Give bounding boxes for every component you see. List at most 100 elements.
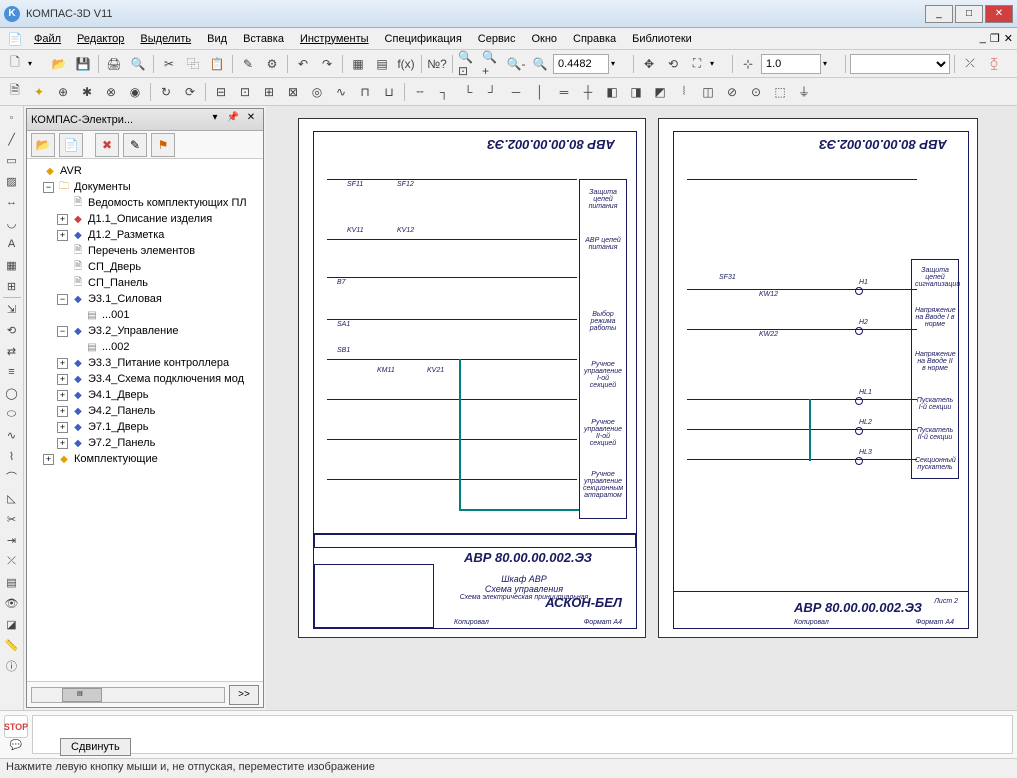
tree-item[interactable]: +◆Э7.1_Дверь xyxy=(29,419,261,435)
step-dropdown[interactable]: ▾ xyxy=(823,59,841,68)
new-dropdown[interactable]: ▾ xyxy=(28,59,46,68)
tree-item[interactable]: 🗎Ведомость комплектующих ПЛ xyxy=(29,195,261,211)
panel-go-button[interactable]: >> xyxy=(229,685,259,705)
break-button[interactable]: ⤫ xyxy=(959,53,981,75)
bus-icon[interactable]: ═ xyxy=(553,81,575,103)
minimize-button[interactable]: _ xyxy=(925,5,953,23)
intersect-icon[interactable]: ✱ xyxy=(76,81,98,103)
panel-scrollbar[interactable]: III xyxy=(31,687,225,703)
terminal-b-icon[interactable]: ◨ xyxy=(625,81,647,103)
junction-icon[interactable]: ┼ xyxy=(577,81,599,103)
expand-icon[interactable]: + xyxy=(57,374,68,385)
tree-item[interactable]: +◆Э7.2_Панель xyxy=(29,435,261,451)
expand-icon[interactable]: + xyxy=(57,406,68,417)
vtool-spline-icon[interactable]: ∿ xyxy=(2,425,22,445)
doc-button[interactable]: 🗎 xyxy=(4,81,26,103)
vtool-fillet-icon[interactable]: ⌒ xyxy=(2,467,22,487)
vtool-hatch-icon[interactable]: ▨ xyxy=(2,171,22,191)
collapse-icon[interactable]: − xyxy=(43,182,54,193)
menu-insert[interactable]: Вставка xyxy=(235,31,292,47)
ground-icon[interactable]: ⏚ xyxy=(793,81,815,103)
component-g-icon[interactable]: ⊓ xyxy=(354,81,376,103)
menu-edit[interactable]: Редактор xyxy=(69,31,132,47)
mdi-minimize-button[interactable]: _ xyxy=(980,32,986,45)
magnet-icon[interactable]: ⧲ xyxy=(983,53,1005,75)
vtool-break-icon[interactable]: ⤫ xyxy=(2,551,22,571)
vtool-dim-icon[interactable]: ↔ xyxy=(2,192,22,212)
panel-dropdown-button[interactable]: ▾ xyxy=(207,112,223,128)
component-b-icon[interactable]: ⊡ xyxy=(234,81,256,103)
snap-button[interactable]: ⊹ xyxy=(737,53,759,75)
app-menu-icon[interactable]: 📄 xyxy=(4,28,26,50)
collapse-icon[interactable]: − xyxy=(57,326,68,337)
wire-f-icon[interactable]: │ xyxy=(529,81,551,103)
tree-item[interactable]: 🗎СП_Дверь xyxy=(29,259,261,275)
mdi-close-button[interactable]: ✕ xyxy=(1004,32,1013,45)
vtool-table-icon[interactable]: ▦ xyxy=(2,255,22,275)
vtool-extend-icon[interactable]: ⇥ xyxy=(2,530,22,550)
shield-icon[interactable]: ⬚ xyxy=(769,81,791,103)
zoom-window-button[interactable]: 🔍⊡ xyxy=(457,53,479,75)
vtool-view-icon[interactable]: 👁 xyxy=(2,593,22,613)
connector-icon[interactable]: ◫ xyxy=(697,81,719,103)
tree-item-active[interactable]: −◆Э3.2_Управление xyxy=(29,323,261,339)
undo-button[interactable]: ↶ xyxy=(292,53,314,75)
vtool-text-icon[interactable]: A xyxy=(2,234,22,254)
vtool-chamfer-icon[interactable]: ◺ xyxy=(2,488,22,508)
menu-tools[interactable]: Инструменты xyxy=(292,31,377,47)
vtool-point-icon[interactable]: ◦ xyxy=(2,108,22,128)
panel-delete-icon[interactable]: ✖ xyxy=(95,133,119,157)
library-button[interactable]: ▤ xyxy=(371,53,393,75)
vtool-layer-icon[interactable]: ▤ xyxy=(2,572,22,592)
tree-item[interactable]: −◆Э3.1_Силовая xyxy=(29,291,261,307)
component-d-icon[interactable]: ⊠ xyxy=(282,81,304,103)
stop-button[interactable]: STOP xyxy=(4,715,28,738)
crosshair-icon[interactable]: ⊕ xyxy=(52,81,74,103)
command-input-area[interactable] xyxy=(32,715,1013,754)
copy-button[interactable]: ⿻ xyxy=(182,53,204,75)
menu-select[interactable]: Выделить xyxy=(132,31,199,47)
cable-icon[interactable]: ⦚ xyxy=(673,81,695,103)
pan-button[interactable]: ✥ xyxy=(638,53,660,75)
tree-item[interactable]: ▤...002 xyxy=(29,339,261,355)
step-input[interactable] xyxy=(761,54,821,74)
menu-view[interactable]: Вид xyxy=(199,31,235,47)
open-button[interactable]: 📂 xyxy=(48,53,70,75)
vtool-rotate-icon[interactable]: ⟲ xyxy=(2,320,22,340)
zoom-in-button[interactable]: 🔍+ xyxy=(481,53,503,75)
cut-button[interactable]: ✂ xyxy=(158,53,180,75)
collapse-icon[interactable]: − xyxy=(57,294,68,305)
panel-flag-icon[interactable]: ⚑ xyxy=(151,133,175,157)
tree-item[interactable]: ▤...001 xyxy=(29,307,261,323)
center-icon[interactable]: ◉ xyxy=(124,81,146,103)
properties-button[interactable]: ⚙ xyxy=(261,53,283,75)
menu-file[interactable]: Файл xyxy=(26,31,69,47)
expand-icon[interactable]: + xyxy=(43,454,54,465)
project-tree[interactable]: ◆AVR −🗀Документы 🗎Ведомость комплектующи… xyxy=(27,159,263,681)
socket-icon[interactable]: ⊘ xyxy=(721,81,743,103)
help-button[interactable]: №? xyxy=(426,53,448,75)
plug-icon[interactable]: ⊙ xyxy=(745,81,767,103)
wire-b-icon[interactable]: ┐ xyxy=(433,81,455,103)
tree-item[interactable]: +◆Э4.1_Дверь xyxy=(29,387,261,403)
vtool-grid-icon[interactable]: ⊞ xyxy=(2,276,22,296)
mdi-restore-button[interactable]: ❐ xyxy=(990,32,1000,45)
vtool-offset-icon[interactable]: ≡ xyxy=(2,362,22,382)
vtool-mirror-icon[interactable]: ⇄ xyxy=(2,341,22,361)
zoom-input[interactable] xyxy=(553,54,609,74)
paste-button[interactable]: 📋 xyxy=(206,53,228,75)
print-button[interactable]: 🖨 xyxy=(103,53,125,75)
vtool-info-icon[interactable]: ⓘ xyxy=(2,656,22,676)
vtool-block-icon[interactable]: ◪ xyxy=(2,614,22,634)
expand-icon[interactable]: + xyxy=(57,390,68,401)
vtool-trim-icon[interactable]: ✂ xyxy=(2,509,22,529)
update-icon[interactable]: ⟳ xyxy=(179,81,201,103)
component-c-icon[interactable]: ⊞ xyxy=(258,81,280,103)
tree-item[interactable]: 🗎СП_Панель xyxy=(29,275,261,291)
zoom-dropdown[interactable]: ▾ xyxy=(611,59,629,68)
tree-components[interactable]: +◆Комплектующие xyxy=(29,451,261,467)
expand-icon[interactable]: + xyxy=(57,230,68,241)
zoom-out-button[interactable]: 🔍- xyxy=(505,53,527,75)
wire-a-icon[interactable]: ╌ xyxy=(409,81,431,103)
component-h-icon[interactable]: ⊔ xyxy=(378,81,400,103)
